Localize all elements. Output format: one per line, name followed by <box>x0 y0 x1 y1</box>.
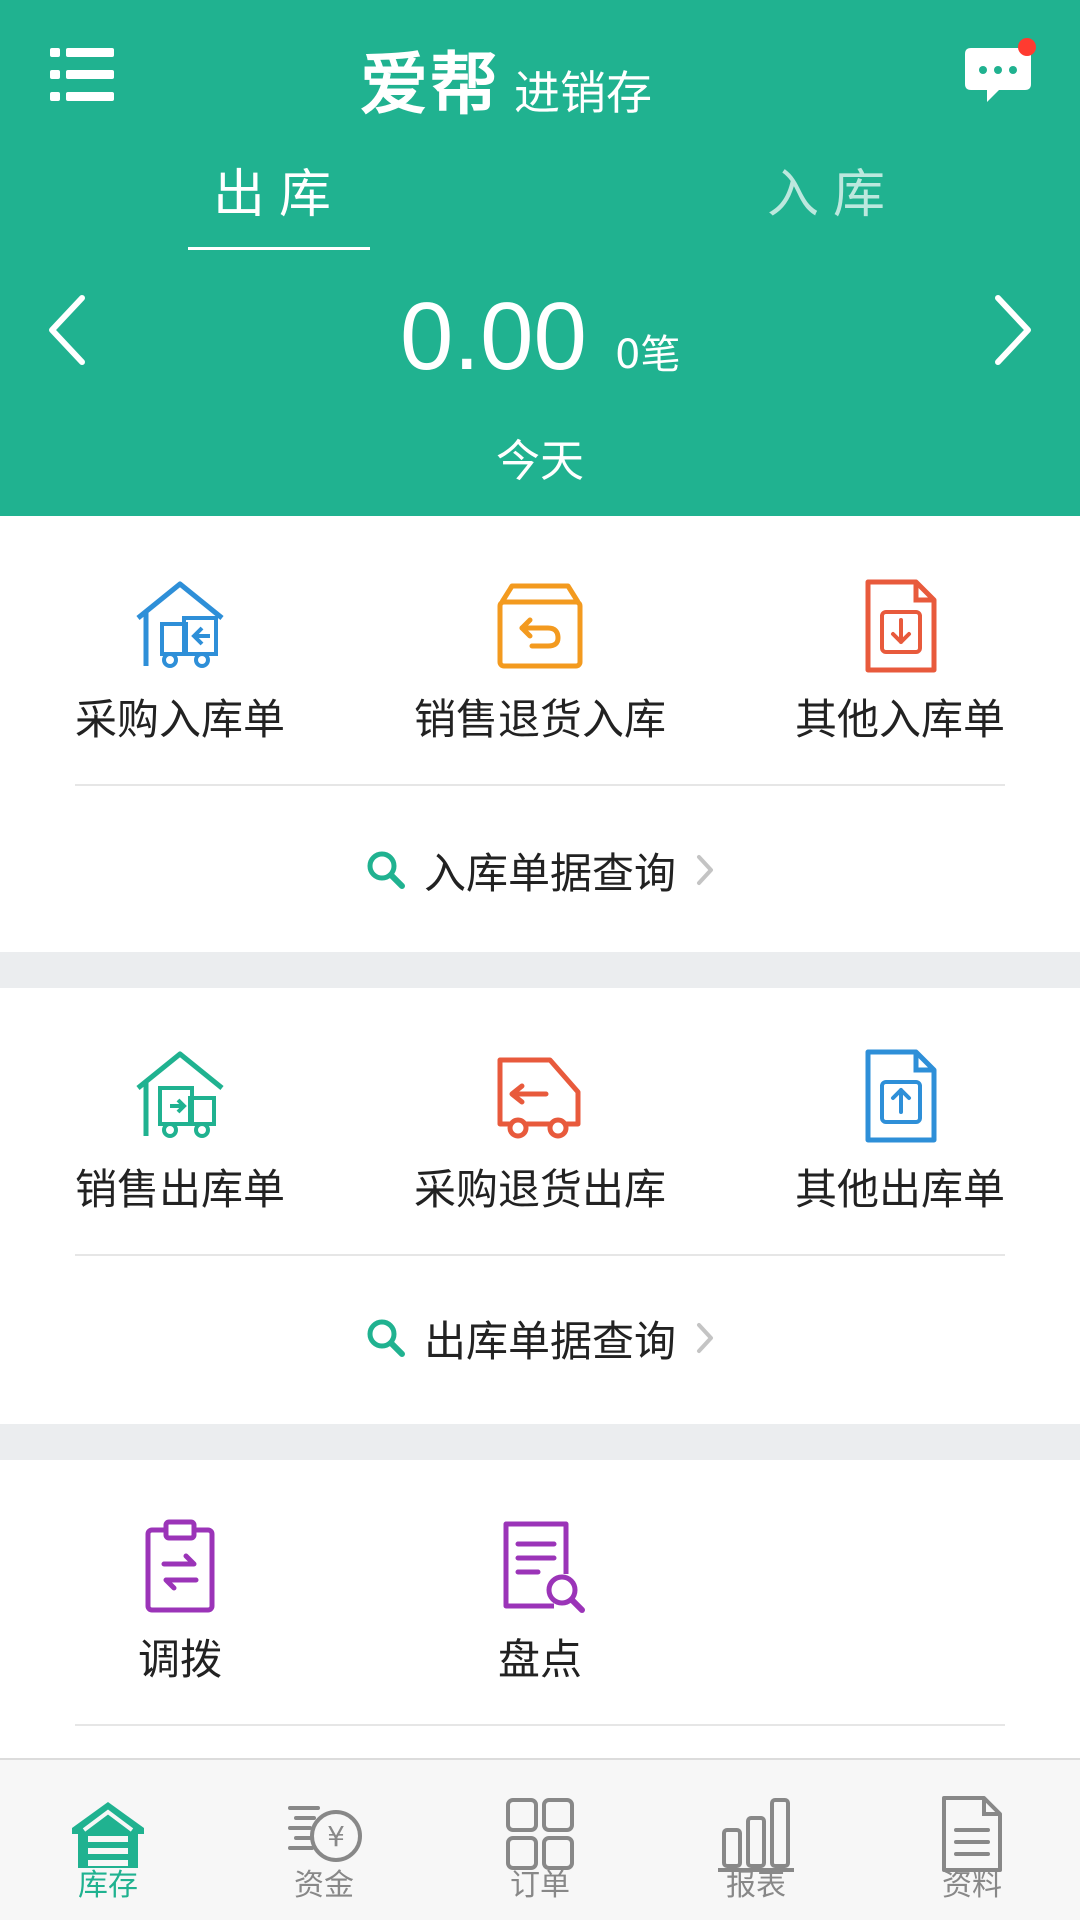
menu-icon <box>50 48 114 101</box>
transfer-button[interactable]: 调拨 <box>10 1518 350 1688</box>
divider <box>75 1724 1005 1726</box>
logo-main-text: 爱帮 <box>360 46 501 125</box>
chevron-right-icon <box>995 295 1031 365</box>
logo-sub-text: 进销存 <box>514 66 653 120</box>
tabbar-label: 资金 <box>294 1868 354 1903</box>
bottom-tab-bar: 库存 ¥ 资金 订单 报表 资料 <box>0 1758 1080 1920</box>
chevron-left-icon <box>49 295 85 365</box>
prev-period-button[interactable] <box>40 290 100 370</box>
grid-label: 盘点 <box>497 1635 582 1684</box>
next-period-button[interactable] <box>980 290 1040 370</box>
divider <box>75 784 1005 786</box>
inbound-query-link[interactable]: 入库单据查询 <box>0 830 1080 910</box>
grid-label: 销售退货入库 <box>413 695 666 744</box>
header: 爱帮 进销存 出库 入库 0.00 0笔 今天 <box>0 0 1080 516</box>
grid-icon <box>506 1798 574 1870</box>
purchase-return-outbound-button[interactable]: 采购退货出库 <box>370 1048 710 1218</box>
tabbar-label: 报表 <box>726 1868 786 1903</box>
section-gap <box>0 952 1080 988</box>
clipboard-transfer-icon <box>145 1519 215 1613</box>
query-label: 出库单据查询 <box>423 1316 676 1366</box>
tabbar-item-data[interactable]: 资料 <box>864 1760 1080 1920</box>
tabbar-label: 资料 <box>942 1868 1002 1903</box>
notification-dot <box>1018 38 1036 56</box>
tabbar-item-funds[interactable]: ¥ 资金 <box>216 1760 432 1920</box>
warehouse-truck-in-icon <box>136 581 224 668</box>
outbound-section: 销售出库单 采购退货出库 其他出库单 出库单据查询 <box>0 988 1080 1424</box>
document-icon <box>942 1796 1002 1872</box>
tools-section: 调拨 盘点 <box>0 1460 1080 1758</box>
search-icon <box>367 851 405 889</box>
grid-label: 销售出库单 <box>74 1165 285 1214</box>
tabbar-label: 库存 <box>78 1868 138 1903</box>
file-upload-icon <box>865 1049 937 1143</box>
outbound-query-link[interactable]: 出库单据查询 <box>0 1298 1080 1378</box>
search-icon <box>367 1319 405 1357</box>
warehouse-truck-out-icon <box>136 1051 224 1138</box>
file-download-icon <box>865 579 937 673</box>
bar-chart-icon <box>718 1798 794 1872</box>
tab-outbound[interactable]: 出库 <box>188 160 370 250</box>
tabbar-item-orders[interactable]: 订单 <box>432 1760 648 1920</box>
document-search-icon <box>503 1521 585 1613</box>
app-logo: 爱帮 进销存 <box>360 30 652 120</box>
tab-inbound[interactable]: 入库 <box>742 160 924 250</box>
total-amount: 0.00 <box>400 283 587 390</box>
other-inbound-button[interactable]: 其他入库单 <box>730 578 1070 748</box>
box-return-icon <box>497 583 583 669</box>
stocktake-button[interactable]: 盘点 <box>370 1518 710 1688</box>
tabbar-label: 订单 <box>510 1868 570 1903</box>
chevron-right-icon <box>697 1323 713 1353</box>
warehouse-icon <box>72 1802 144 1868</box>
tabbar-item-reports[interactable]: 报表 <box>648 1760 864 1920</box>
chat-bubble-icon <box>965 38 1036 102</box>
grid-label: 其他出库单 <box>794 1165 1005 1214</box>
section-gap <box>0 1424 1080 1460</box>
truck-return-icon <box>497 1057 581 1139</box>
grid-label: 采购入库单 <box>74 695 285 744</box>
chevron-right-icon <box>697 855 713 885</box>
period-label[interactable]: 今天 <box>0 432 1080 492</box>
message-button[interactable] <box>965 38 1037 106</box>
grid-label: 其他入库单 <box>794 695 1005 744</box>
record-count: 0笔 <box>615 332 681 378</box>
tabbar-item-inventory[interactable]: 库存 <box>0 1760 216 1920</box>
grid-label: 采购退货出库 <box>413 1165 666 1214</box>
divider <box>75 1254 1005 1256</box>
inbound-section: 采购入库单 销售退货入库 其他入库单 入库单据查询 <box>0 516 1080 952</box>
money-icon: ¥ <box>288 1806 362 1862</box>
sales-outbound-button[interactable]: 销售出库单 <box>10 1048 350 1218</box>
other-outbound-button[interactable]: 其他出库单 <box>730 1048 1070 1218</box>
svg-text:¥: ¥ <box>327 1820 345 1853</box>
query-label: 入库单据查询 <box>423 848 676 898</box>
grid-label: 调拨 <box>137 1635 222 1684</box>
purchase-inbound-button[interactable]: 采购入库单 <box>10 578 350 748</box>
sales-return-inbound-button[interactable]: 销售退货入库 <box>370 578 710 748</box>
menu-button[interactable] <box>50 44 116 104</box>
